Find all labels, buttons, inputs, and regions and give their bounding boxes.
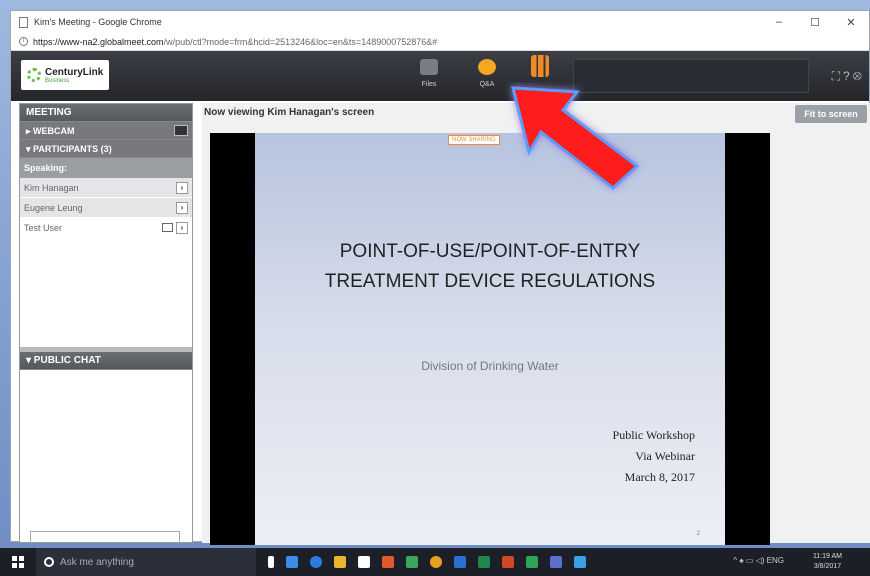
close-button[interactable]: ✕ <box>833 16 869 29</box>
slide-date: March 8, 2017 <box>624 470 695 484</box>
taskbar-search[interactable]: Ask me anything <box>36 548 256 576</box>
clock-time: 11:19 AM <box>812 553 842 560</box>
chrome-icon[interactable] <box>430 556 442 568</box>
participant-name: Test User <box>24 223 63 233</box>
fit-to-screen-button[interactable]: Fit to screen <box>795 105 867 123</box>
speaking-label: Speaking: <box>20 158 192 178</box>
chevron-right-icon[interactable]: › <box>176 202 188 214</box>
system-tray[interactable]: ^ ♠ ▭ ◁) ENG <box>733 556 784 565</box>
windows-start-icon[interactable] <box>12 556 24 568</box>
app-icon[interactable] <box>382 556 394 568</box>
search-placeholder: Ask me anything <box>60 556 134 568</box>
slide-title-line2: TREATMENT DEVICE REGULATIONS <box>324 271 656 292</box>
window-title: Kim's Meeting - Google Chrome <box>34 17 162 27</box>
language-label: ENG <box>766 556 784 565</box>
slide-pub2: Via Webinar <box>635 449 695 463</box>
minimize-button[interactable]: – <box>761 16 797 29</box>
red-arrow-annotation <box>511 86 640 190</box>
participant-row[interactable]: Kim Hanagan › <box>20 178 192 198</box>
public-chat-header[interactable]: ▾ PUBLIC CHAT <box>20 352 192 370</box>
left-panel: MEETING ▸ WEBCAM ▾ PARTICIPANTS (3) Spea… <box>19 103 193 543</box>
page-icon <box>19 16 28 28</box>
participant-row[interactable]: Eugene Leung › <box>20 198 192 218</box>
logo-brand: CenturyLink <box>45 67 104 78</box>
centurylink-logo: CenturyLink Business <box>21 60 109 90</box>
file-explorer-icon[interactable] <box>334 556 346 568</box>
address-bar[interactable]: i https://www-na2.globalmeet.com /w/pub/… <box>11 33 869 51</box>
qa-label: Q&A <box>479 81 495 88</box>
slide-title: POINT-OF-USE/POINT-OF-ENTRY TREATMENT DE… <box>255 237 725 297</box>
edge-icon[interactable] <box>310 556 322 568</box>
participant-name: Kim Hanagan <box>24 183 79 193</box>
word-icon[interactable] <box>454 556 466 568</box>
slide: NOW SHARING POINT-OF-USE/POINT-OF-ENTRY … <box>255 133 725 545</box>
publisher-icon[interactable] <box>526 556 538 568</box>
chat-input[interactable] <box>30 531 180 543</box>
chat-icon[interactable] <box>162 223 173 232</box>
poll-button[interactable] <box>523 55 557 83</box>
meeting-header[interactable]: MEETING <box>20 104 192 122</box>
webcam-icon[interactable] <box>174 125 188 136</box>
header-icons[interactable]: ⛶?⊗ <box>832 69 865 84</box>
task-view-icon[interactable] <box>286 556 298 568</box>
info-icon[interactable]: i <box>19 37 28 46</box>
store-icon[interactable] <box>358 556 370 568</box>
webcam-label: ▸ WEBCAM <box>26 126 75 136</box>
viewing-label: Now viewing Kim Hanagan's screen <box>204 107 375 118</box>
slide-title-line1: POINT-OF-USE/POINT-OF-ENTRY <box>339 241 641 262</box>
logo-sub: Business <box>45 78 70 84</box>
participant-row[interactable]: Test User › <box>20 218 192 238</box>
files-button[interactable]: Files <box>412 59 446 88</box>
title-bar: Kim's Meeting - Google Chrome – ☐ ✕ <box>11 11 869 33</box>
maximize-button[interactable]: ☐ <box>797 16 833 29</box>
slide-page-number: 2 <box>696 531 700 537</box>
cortana-icon <box>44 557 54 567</box>
qa-button[interactable]: Q&A <box>470 59 504 88</box>
app-header: CenturyLink Business Files Q&A ⛶?⊗ <box>11 51 869 101</box>
files-icon <box>420 59 438 75</box>
participants-header[interactable]: ▾ PARTICIPANTS (3) <box>20 140 192 158</box>
slide-division: Division of Drinking Water <box>421 359 559 373</box>
chevron-right-icon[interactable]: › <box>176 222 188 234</box>
shared-screen: NOW SHARING POINT-OF-USE/POINT-OF-ENTRY … <box>210 133 770 545</box>
clock-date: 3/8/2017 <box>813 563 842 570</box>
powerpoint-icon[interactable] <box>502 556 514 568</box>
app-icon[interactable] <box>574 556 586 568</box>
slide-pub1: Public Workshop <box>612 428 695 442</box>
visio-icon[interactable] <box>550 556 562 568</box>
slide-details: Public Workshop Via Webinar March 8, 201… <box>613 425 695 488</box>
now-sharing-badge: NOW SHARING <box>448 135 500 145</box>
clock[interactable]: 11:19 AM 3/8/2017 <box>813 552 842 572</box>
chevron-right-icon[interactable]: › <box>176 182 188 194</box>
files-label: Files <box>421 81 437 88</box>
taskbar: Ask me anything ^ ♠ ▭ ◁) ENG 11:19 AM 3/… <box>0 548 870 576</box>
url-host: https://www-na2.globalmeet.com <box>33 36 164 47</box>
app-icon[interactable] <box>406 556 418 568</box>
qa-icon <box>478 59 496 75</box>
webcam-header[interactable]: ▸ WEBCAM <box>20 122 192 140</box>
excel-icon[interactable] <box>478 556 490 568</box>
logo-mark-icon <box>27 68 41 82</box>
poll-icon <box>531 55 549 77</box>
mic-icon[interactable] <box>268 556 274 568</box>
participant-name: Eugene Leung <box>24 203 83 213</box>
url-path: /w/pub/ctl?mode=frm&hcid=2513246&loc=en&… <box>163 36 438 47</box>
browser-window: Kim's Meeting - Google Chrome – ☐ ✕ i ht… <box>10 10 870 545</box>
